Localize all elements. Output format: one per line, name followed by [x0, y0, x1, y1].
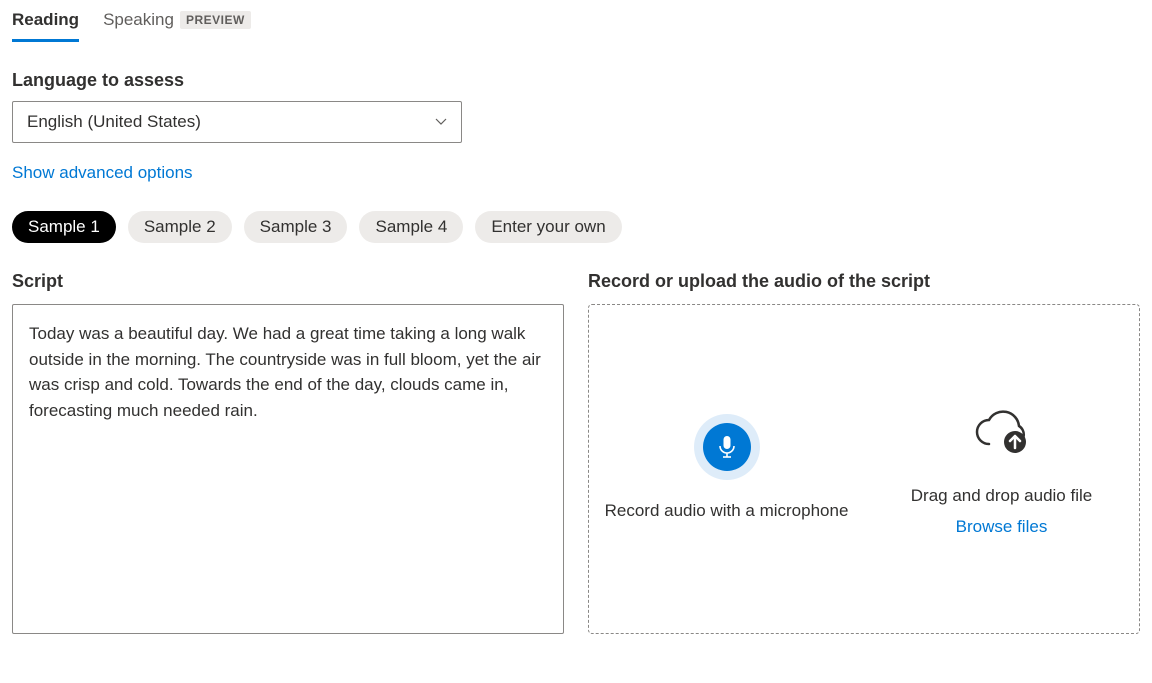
language-value: English (United States) — [27, 112, 201, 132]
script-label: Script — [12, 271, 564, 292]
language-select[interactable]: English (United States) — [12, 101, 462, 143]
sample-pill-1[interactable]: Sample 1 — [12, 211, 116, 243]
language-select-wrap: English (United States) — [12, 101, 462, 143]
sample-pill-custom[interactable]: Enter your own — [475, 211, 621, 243]
tab-speaking[interactable]: Speaking PREVIEW — [103, 2, 251, 42]
upload-dropzone[interactable]: Record audio with a microphone Drag and … — [588, 304, 1140, 634]
microphone-icon — [703, 423, 751, 471]
record-option: Record audio with a microphone — [589, 414, 864, 524]
record-text: Record audio with a microphone — [605, 498, 849, 524]
cloud-upload-icon — [971, 399, 1033, 465]
upload-label: Record or upload the audio of the script — [588, 271, 1140, 292]
drop-option: Drag and drop audio file Browse files — [864, 399, 1139, 540]
content-columns: Script Today was a beautiful day. We had… — [12, 271, 1140, 634]
language-label: Language to assess — [12, 70, 1140, 91]
sample-pill-2[interactable]: Sample 2 — [128, 211, 232, 243]
sample-pill-3[interactable]: Sample 3 — [244, 211, 348, 243]
script-column: Script Today was a beautiful day. We had… — [12, 271, 564, 634]
record-button[interactable] — [694, 414, 760, 480]
script-textarea[interactable]: Today was a beautiful day. We had a grea… — [12, 304, 564, 634]
tab-reading-label: Reading — [12, 10, 79, 30]
preview-badge: PREVIEW — [180, 11, 251, 29]
tab-speaking-label: Speaking — [103, 10, 174, 30]
advanced-options-link[interactable]: Show advanced options — [12, 163, 193, 183]
upload-column: Record or upload the audio of the script… — [588, 271, 1140, 634]
tab-bar: Reading Speaking PREVIEW — [12, 0, 1140, 42]
drop-text: Drag and drop audio file — [911, 483, 1092, 509]
tab-reading[interactable]: Reading — [12, 2, 79, 42]
sample-pill-4[interactable]: Sample 4 — [359, 211, 463, 243]
sample-pills: Sample 1 Sample 2 Sample 3 Sample 4 Ente… — [12, 211, 1140, 243]
browse-files-link[interactable]: Browse files — [956, 514, 1048, 540]
